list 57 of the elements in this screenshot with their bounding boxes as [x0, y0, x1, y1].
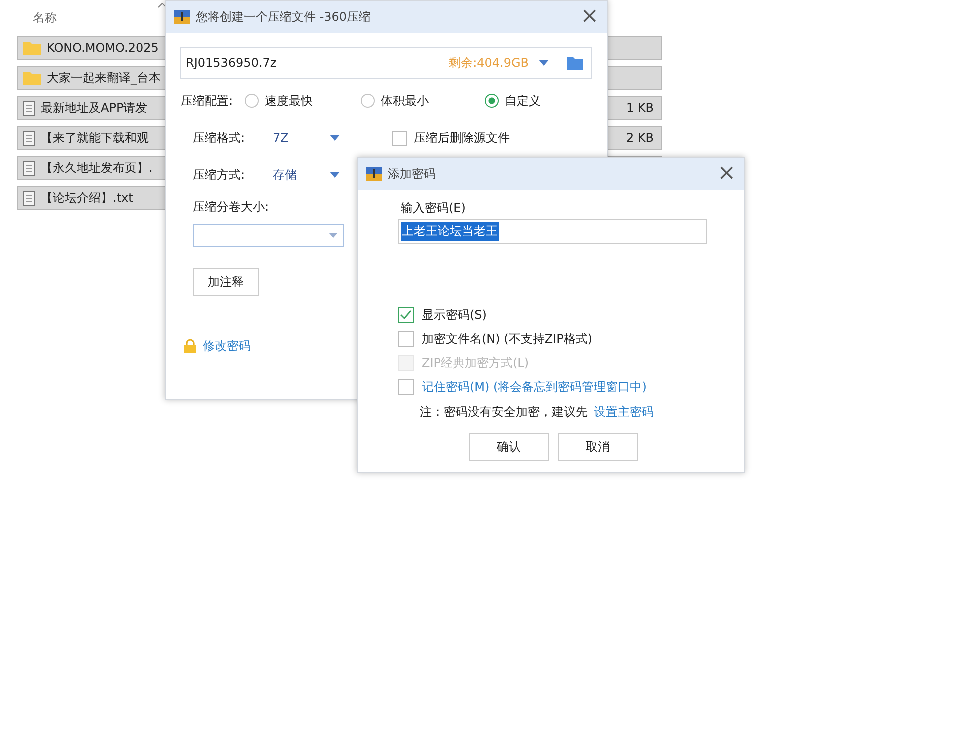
- note-text: 注：密码没有安全加密，建议先: [420, 404, 588, 421]
- profile-label: 压缩配置:: [181, 92, 234, 110]
- dialog-button[interactable]: 确认: [469, 433, 549, 461]
- folder-icon: [23, 41, 41, 55]
- file-name: 【永久地址发布页】.: [41, 160, 153, 176]
- folder-icon: [23, 71, 41, 85]
- file-name: 【来了就能下载和观: [41, 130, 149, 146]
- format-label: 压缩格式:: [193, 130, 246, 146]
- free-space: 剩余:404.9GB: [449, 54, 529, 72]
- window-title: 添加密码: [388, 166, 436, 182]
- window-title: 您将创建一个压缩文件 -360压缩: [196, 8, 372, 26]
- change-password-link[interactable]: 修改密码: [203, 338, 251, 355]
- archive-icon: [366, 167, 382, 181]
- password-field[interactable]: 上老王论坛当老王: [398, 219, 707, 244]
- folder-icon[interactable]: [567, 56, 583, 70]
- document-icon: [23, 130, 35, 146]
- path-field[interactable]: RJ01536950.7z 剩余:404.9GB: [180, 47, 592, 79]
- checkbox-label: 显示密码(S): [422, 306, 487, 324]
- format-select[interactable]: 7Z: [273, 131, 330, 145]
- radio-option[interactable]: 自定义: [485, 92, 542, 110]
- file-name: 最新地址及APP请发: [41, 100, 148, 116]
- password-label: 输入密码(E): [401, 200, 467, 217]
- checkbox[interactable]: [398, 307, 414, 323]
- column-header[interactable]: 名称: [33, 10, 57, 26]
- checkbox-label: 压缩后删除源文件: [414, 130, 510, 146]
- split-size-combobox[interactable]: [193, 224, 344, 247]
- radio-option[interactable]: 体积最小: [361, 92, 486, 110]
- dropdown-arrow-icon[interactable]: [539, 60, 549, 66]
- split-label: 压缩分卷大小:: [193, 199, 270, 216]
- dropdown-arrow-icon[interactable]: [329, 233, 338, 238]
- checkbox-label: 加密文件名(N) (不支持ZIP格式): [422, 330, 593, 348]
- dialog-button[interactable]: 取消: [558, 433, 638, 461]
- checkbox-label: 记住密码(M) (将会备忘到密码管理窗口中): [422, 378, 647, 396]
- comment-button[interactable]: 加注释: [193, 268, 259, 296]
- dropdown-arrow-icon[interactable]: [330, 172, 340, 178]
- file-size: 2 KB: [626, 131, 654, 145]
- close-button[interactable]: ×: [718, 163, 736, 185]
- document-icon: [23, 160, 35, 176]
- file-name: 大家一起来翻译_台本: [47, 70, 161, 86]
- archive-icon: [174, 10, 190, 24]
- document-icon: [23, 100, 35, 116]
- radio-option[interactable]: 速度最快: [245, 92, 362, 110]
- checkbox[interactable]: [398, 331, 414, 347]
- file-name: 【论坛介绍】.txt: [41, 190, 134, 206]
- file-name: KONO.MOMO.2025: [47, 41, 159, 55]
- checkbox-label: ZIP经典加密方式(L): [422, 354, 530, 372]
- set-master-password-link[interactable]: 设置主密码: [594, 404, 654, 421]
- method-select[interactable]: 存储: [273, 166, 330, 184]
- document-icon: [23, 190, 35, 206]
- delete-source-checkbox[interactable]: [392, 130, 407, 146]
- lock-icon: [184, 339, 197, 354]
- dropdown-arrow-icon[interactable]: [330, 135, 340, 141]
- file-size: 1 KB: [626, 101, 654, 115]
- close-button[interactable]: ×: [580, 6, 599, 28]
- method-label: 压缩方式:: [193, 166, 246, 184]
- path-value: RJ01536950.7z: [186, 56, 278, 70]
- checkbox[interactable]: [398, 379, 414, 395]
